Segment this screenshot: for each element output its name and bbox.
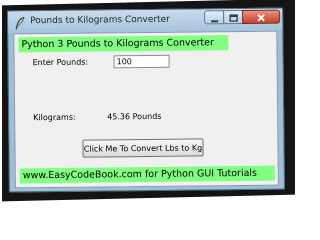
app-window: Pounds to Kilograms Converter Python 3 P…	[7, 7, 285, 193]
kilograms-result: 45.36 Pounds	[107, 111, 162, 122]
close-button[interactable]	[242, 7, 281, 26]
enter-pounds-label: Enter Pounds:	[32, 57, 89, 68]
convert-button[interactable]: Click Me To Convert Lbs to Kg	[82, 138, 204, 158]
maximize-button[interactable]	[223, 8, 244, 27]
pounds-input[interactable]	[113, 54, 170, 69]
client-area: Python 3 Pounds to Kilograms Converter E…	[13, 30, 279, 189]
title-bar[interactable]: Pounds to Kilograms Converter	[8, 7, 283, 34]
window-title: Pounds to Kilograms Converter	[30, 14, 170, 27]
minimize-icon	[210, 8, 219, 27]
footer-banner: www.EasyCodeBook.com for Python GUI Tuto…	[19, 165, 275, 184]
feather-icon	[14, 15, 26, 30]
minimize-button[interactable]	[204, 8, 225, 27]
maximize-icon	[228, 8, 238, 27]
kilograms-label: Kilograms:	[33, 112, 76, 123]
app-heading: Python 3 Pounds to Kilograms Converter	[18, 35, 229, 53]
close-icon	[256, 7, 266, 26]
